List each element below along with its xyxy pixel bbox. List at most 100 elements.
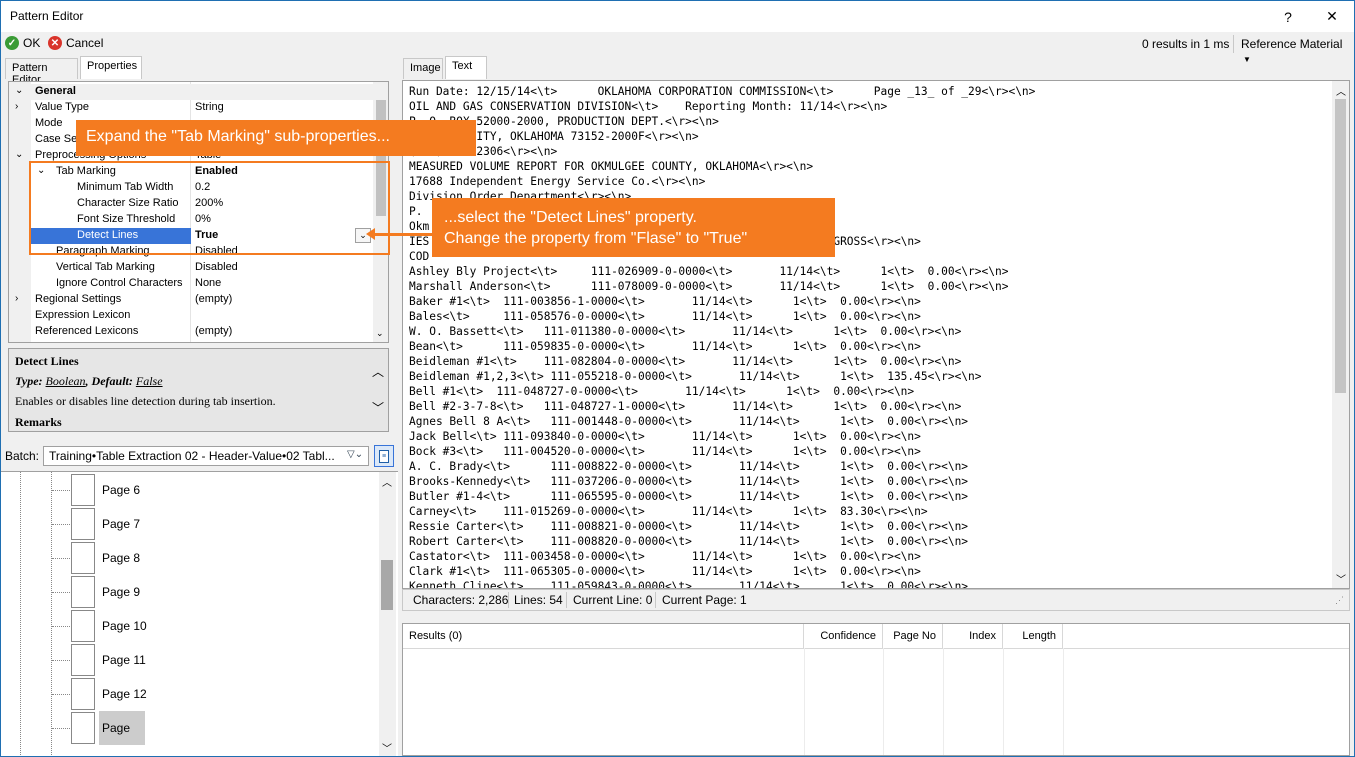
tree-page-item[interactable]: Page 12 (49, 677, 159, 711)
prop-row[interactable]: › Regional Settings (empty) (9, 292, 373, 308)
ok-button[interactable]: ✓ OK (5, 36, 40, 50)
text-line: OIL AND GAS CONSERVATION DIVISION<\t> Re… (409, 100, 888, 113)
tree-page-item[interactable]: Page 6 (49, 473, 159, 507)
status-lines: Lines: 54 (514, 593, 563, 607)
category-general[interactable]: ⌄ General (9, 84, 373, 100)
cancel-button[interactable]: ✕ Cancel (48, 36, 103, 50)
prop-row[interactable]: › Value Type String (9, 100, 373, 116)
status-bar: Characters: 2,286 Lines: 54 Current Line… (402, 589, 1350, 611)
text-scrollbar[interactable]: ︿ ﹀ (1332, 81, 1349, 588)
text-line: Bean<\t> 111-059835-0-0000<\t> 11/14<\t>… (409, 340, 921, 353)
dropdown-arrow-icon: ▼ (1243, 55, 1251, 64)
scroll-down-icon[interactable]: ﹀ (382, 740, 392, 755)
reference-material-dropdown[interactable]: Reference Material ▼ (1241, 37, 1354, 65)
results-info: 0 results in 1 ms (1142, 37, 1230, 51)
tree-page-item[interactable]: Page 10 (49, 609, 159, 643)
text-line: Carney<\t> 111-015269-0-0000<\t> 11/14<\… (409, 505, 928, 518)
desc-scroll-up-icon[interactable]: ︿ (372, 363, 384, 380)
page-thumbnail (71, 712, 95, 744)
prop-row[interactable]: Vertical Tab Marking Disabled (9, 260, 373, 276)
text-line: Bell #2-3-7-8<\t> 111-048727-1-0000<\t> … (409, 400, 962, 413)
description-remarks: Remarks (15, 415, 62, 429)
text-line: Bell #1<\t> 111-048727-0-0000<\t> 11/14<… (409, 385, 915, 398)
batch-label: Batch: (5, 449, 40, 463)
callout-expand: Expand the "Tab Marking" sub-properties.… (76, 120, 476, 156)
prop-key: Referenced Lexicons (35, 325, 139, 337)
scroll-up-icon[interactable]: ︿ (382, 474, 392, 489)
text-line: Beidleman #1,2,3<\t> 111-055218-0-0000<\… (409, 370, 982, 383)
page-label: Page 7 (102, 517, 141, 531)
tree-page-item[interactable]: Page 8 (49, 541, 159, 575)
tree-page-item[interactable]: Page 11 (49, 643, 159, 677)
text-line: Brooks-Kennedy<\t> 111-037206-0-0000<\t>… (409, 475, 969, 488)
description-title: Detect Lines (15, 354, 79, 368)
column-index[interactable]: Index (943, 624, 1003, 648)
status-divider (655, 592, 656, 608)
batch-select[interactable]: Training•Table Extraction 02 - Header-Va… (43, 446, 369, 466)
page-label: Page 12 (102, 687, 147, 701)
prop-key: Expression Lexicon (35, 309, 131, 321)
text-line: Clark #1<\t> 111-065305-0-0000<\t> 11/14… (409, 565, 921, 578)
reference-label: Reference Material (1241, 37, 1343, 51)
prop-value: (empty) (195, 325, 233, 337)
tree-scrollbar[interactable]: ︿ ﹀ (379, 472, 396, 756)
scrollbar-thumb[interactable] (381, 560, 393, 610)
tree-page-item[interactable]: Page 9 (49, 575, 159, 609)
column-length[interactable]: Length (1003, 624, 1063, 648)
help-button[interactable]: ? (1266, 1, 1310, 32)
description-text: Enables or disables line detection durin… (15, 394, 276, 408)
tree-page-item[interactable]: Page 7 (49, 507, 159, 541)
resize-grip-icon[interactable]: ⋰ (1335, 595, 1344, 606)
filter-icon[interactable]: ▽⌄ (347, 449, 363, 460)
column-confidence[interactable]: Confidence (804, 624, 883, 648)
prop-row[interactable]: Referenced Lexicons (empty) (9, 324, 373, 340)
scrollbar-thumb[interactable] (1335, 99, 1346, 393)
tree-branch (52, 592, 70, 593)
tab-properties[interactable]: Properties (80, 56, 142, 79)
page-label: Page 13 (99, 711, 145, 756)
text-line: Run Date: 12/15/14<\t> OKLAHOMA CORPORAT… (409, 85, 1036, 98)
tree-branch (52, 524, 70, 525)
status-divider (566, 592, 567, 608)
collapse-chevron-icon[interactable]: ⌄ (15, 85, 23, 96)
grid-line (943, 648, 944, 755)
page-tree: Page 6 Page 7 Page 8 Page 9 Page 10 Page… (1, 471, 398, 756)
category-label: General (35, 85, 76, 97)
text-line: Butler #1-4<\t> 111-065595-0-0000<\t> 11… (409, 490, 969, 503)
collapse-chevron-icon[interactable]: ⌄ (15, 149, 23, 160)
text-line: Ressie Carter<\t> 111-008821-0-0000<\t> … (409, 520, 969, 533)
callout-select: ...select the "Detect Lines" property. C… (432, 198, 835, 257)
expand-chevron-icon[interactable]: › (15, 293, 18, 304)
column-page-no[interactable]: Page No (883, 624, 943, 648)
column-results[interactable]: Results (0) (403, 624, 804, 648)
grid-line (1063, 648, 1064, 755)
tab-pattern-editor[interactable]: Pattern Editor (5, 58, 78, 86)
scroll-up-icon[interactable]: ︿ (1336, 83, 1346, 98)
tree-page-item-selected[interactable]: Page 13 (49, 711, 159, 756)
prop-row[interactable]: Expression Lexicon (9, 308, 373, 324)
tab-text[interactable]: Text (445, 56, 487, 79)
ok-label: OK (23, 36, 41, 50)
batch-bar: Batch: Training•Table Extraction 02 - He… (1, 444, 398, 469)
prop-row[interactable]: Ignore Control Characters None (9, 276, 373, 292)
scroll-down-icon[interactable]: ﹀ (1336, 571, 1346, 586)
close-button[interactable]: ✕ (1310, 1, 1354, 32)
expand-chevron-icon[interactable]: › (15, 101, 18, 112)
text-line: W. O. Bassett<\t> 111-011380-0-0000<\t> … (409, 325, 962, 338)
grid-line (804, 648, 805, 755)
tree-branch (52, 558, 70, 559)
check-icon: ✓ (5, 36, 19, 50)
text-line: Bales<\t> 111-058576-0-0000<\t> 11/14<\t… (409, 310, 921, 323)
page-thumbnail (71, 474, 95, 506)
text-line: Robert Carter<\t> 111-008820-0-0000<\t> … (409, 535, 969, 548)
document-text-view[interactable]: Run Date: 12/15/14<\t> OKLAHOMA CORPORAT… (402, 80, 1350, 589)
document-view-button[interactable]: ≡ (374, 445, 394, 467)
scroll-down-icon[interactable]: ⌄ (376, 328, 384, 339)
page-label: Page 6 (102, 483, 141, 497)
prop-key: Case Se (35, 133, 78, 145)
text-line: P. (409, 205, 423, 218)
text-line: Okm (409, 220, 430, 233)
desc-scroll-down-icon[interactable]: ﹀ (372, 399, 384, 416)
highlight-box-tab-marking (29, 161, 390, 255)
tab-image[interactable]: Image (403, 58, 443, 79)
